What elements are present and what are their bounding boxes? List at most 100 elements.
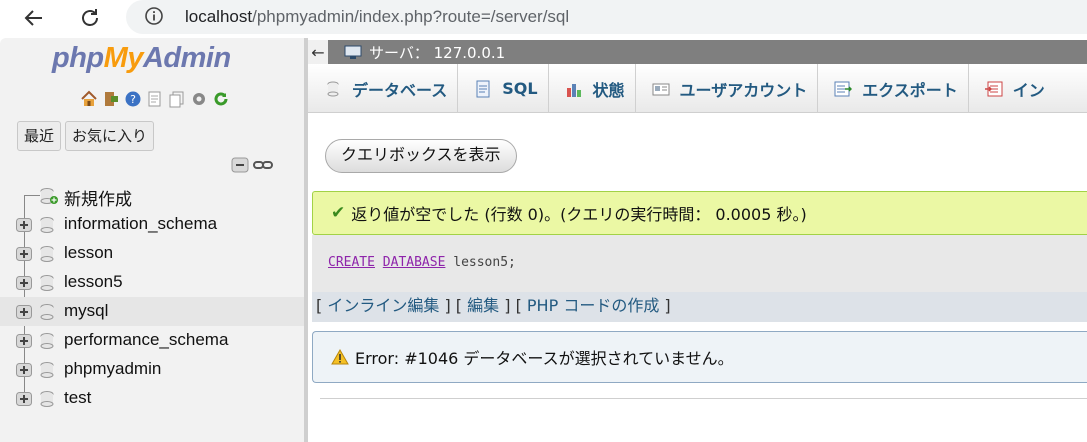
logo-part-my: My — [103, 42, 144, 74]
database-icon — [40, 362, 54, 378]
server-breadcrumb: ← サーバ： 127.0.0.1 — [308, 40, 1087, 64]
tree-item-label: test — [64, 388, 92, 407]
database-icon — [40, 333, 54, 349]
sql-icon — [476, 80, 490, 97]
settings-gear-icon[interactable] — [190, 90, 208, 108]
tree-item-label: performance_schema — [64, 330, 229, 349]
tree-item-label: mysql — [64, 301, 109, 320]
error-text: Error: #1046 データベースが選択されていません。 — [355, 349, 734, 368]
collapse-all-icon[interactable] — [231, 157, 249, 173]
status-icon — [566, 83, 581, 97]
copy-icon[interactable] — [168, 90, 186, 108]
database-icon — [40, 304, 54, 320]
database-icon — [40, 217, 54, 233]
check-icon: ✔ — [331, 203, 346, 223]
logo-part-php: php — [52, 42, 104, 74]
tab-status[interactable]: 状態 — [549, 64, 636, 113]
bracket-separator: ] [ — [504, 296, 522, 315]
export-icon — [834, 81, 853, 96]
database-tree: 新規作成 information_schema lesson lesson5 m… — [0, 181, 304, 413]
tree-item-test[interactable]: test — [0, 384, 304, 413]
logo-part-admin: Admin — [142, 42, 231, 74]
site-info-icon[interactable] — [144, 6, 164, 30]
server-label[interactable]: サーバ： 127.0.0.1 — [369, 42, 505, 63]
help-icon[interactable]: ? — [124, 90, 142, 108]
docs-icon[interactable] — [146, 90, 164, 108]
tab-label: データベース — [352, 80, 448, 100]
collapse-navigation-button[interactable]: ← — [308, 40, 328, 64]
warning-icon — [331, 349, 349, 365]
success-text: 返り値が空でした (行数 0)。(クエリの実行時間： 0.0005 秒。) — [351, 205, 807, 224]
error-message: Error: #1046 データベースが選択されていません。 — [312, 331, 1087, 383]
home-icon[interactable] — [80, 90, 98, 108]
database-icon — [40, 391, 54, 407]
tab-sql[interactable]: SQL — [458, 64, 549, 113]
sql-rest: lesson5; — [453, 255, 516, 270]
tab-import[interactable]: イン — [969, 64, 1055, 113]
tab-databases[interactable]: データベース — [308, 64, 459, 113]
expand-icon[interactable] — [16, 305, 32, 319]
expand-icon[interactable] — [16, 218, 32, 232]
bracket: [ — [316, 296, 323, 315]
divider — [320, 398, 1087, 399]
tree-item-lesson5[interactable]: lesson5 — [0, 268, 304, 297]
favorites-button[interactable]: お気に入り — [65, 121, 155, 151]
expand-icon[interactable] — [16, 247, 32, 261]
link-with-main-icon[interactable] — [253, 157, 273, 173]
back-arrow-icon[interactable] — [20, 4, 48, 32]
expand-icon[interactable] — [16, 392, 32, 406]
new-database-icon — [40, 188, 58, 204]
tab-label: SQL — [502, 79, 538, 98]
expand-icon[interactable] — [16, 276, 32, 290]
tree-item-performance-schema[interactable]: performance_schema — [0, 326, 304, 355]
tab-label: 状態 — [592, 80, 625, 100]
database-icon — [40, 246, 54, 262]
tree-item-label: phpmyadmin — [64, 359, 162, 378]
show-query-box-button[interactable]: クエリボックスを表示 — [325, 139, 517, 173]
url-host: localhost — [185, 7, 253, 26]
import-icon — [984, 81, 1003, 96]
bracket-separator: ] [ — [444, 296, 463, 315]
url-text[interactable]: localhost/phpmyadmin/index.php?route=/se… — [185, 7, 569, 27]
tab-export[interactable]: エクスポート — [818, 64, 969, 113]
tree-item-mysql[interactable]: mysql — [0, 297, 304, 326]
reload-icon[interactable] — [76, 4, 104, 32]
expand-icon[interactable] — [16, 363, 32, 377]
expand-icon[interactable] — [16, 334, 32, 348]
quick-links: ? — [80, 90, 230, 108]
database-icon — [327, 81, 339, 96]
tree-item-information-schema[interactable]: information_schema — [0, 210, 304, 239]
success-message: ✔ 返り値が空でした (行数 0)。(クエリの実行時間： 0.0005 秒。) — [312, 191, 1087, 235]
phpmyadmin-logo[interactable]: phpMyAdmin — [52, 42, 231, 75]
sql-query-display: CREATE DATABASE lesson5; — [312, 235, 1087, 292]
tab-label: ユーザアカウント — [679, 80, 808, 100]
users-icon — [652, 83, 670, 95]
inline-edit-link[interactable]: インライン編集 — [327, 296, 439, 315]
tab-label: イン — [1012, 80, 1045, 100]
tab-user-accounts[interactable]: ユーザアカウント — [636, 64, 819, 113]
tree-item-phpmyadmin[interactable]: phpmyadmin — [0, 355, 304, 384]
create-php-code-link[interactable]: PHP コードの作成 — [527, 296, 659, 315]
bracket: ] — [664, 296, 671, 315]
recent-favorites-tabs: 最近 お気に入り — [17, 121, 155, 151]
tree-item-label: information_schema — [64, 214, 218, 233]
tab-label: エクスポート — [862, 80, 958, 100]
tree-item-label: lesson — [64, 243, 114, 262]
top-menu-tabs: データベース SQL 状態 ユーザアカウント エクスポート イン — [308, 64, 1087, 113]
tree-item-label: lesson5 — [64, 272, 123, 291]
database-icon — [40, 275, 54, 291]
server-icon — [344, 45, 362, 59]
url-path: /phpmyadmin/index.php?route=/server/sql — [252, 7, 570, 26]
address-bar[interactable]: localhost/phpmyadmin/index.php?route=/se… — [126, 0, 1087, 34]
logout-icon[interactable] — [102, 90, 120, 108]
tree-item-label: 新規作成 — [64, 190, 132, 209]
reload-navigation-icon[interactable] — [212, 90, 230, 108]
svg-text:?: ? — [130, 93, 136, 106]
sql-keyword-database[interactable]: DATABASE — [383, 255, 446, 270]
sql-keyword-create[interactable]: CREATE — [328, 255, 375, 270]
tree-item-new[interactable]: 新規作成 — [0, 181, 304, 210]
recent-button[interactable]: 最近 — [17, 121, 62, 151]
tree-item-lesson[interactable]: lesson — [0, 239, 304, 268]
edit-link[interactable]: 編集 — [467, 296, 499, 315]
query-action-links: [ インライン編集 ] [ 編集 ] [ PHP コードの作成 ] — [312, 292, 1087, 322]
